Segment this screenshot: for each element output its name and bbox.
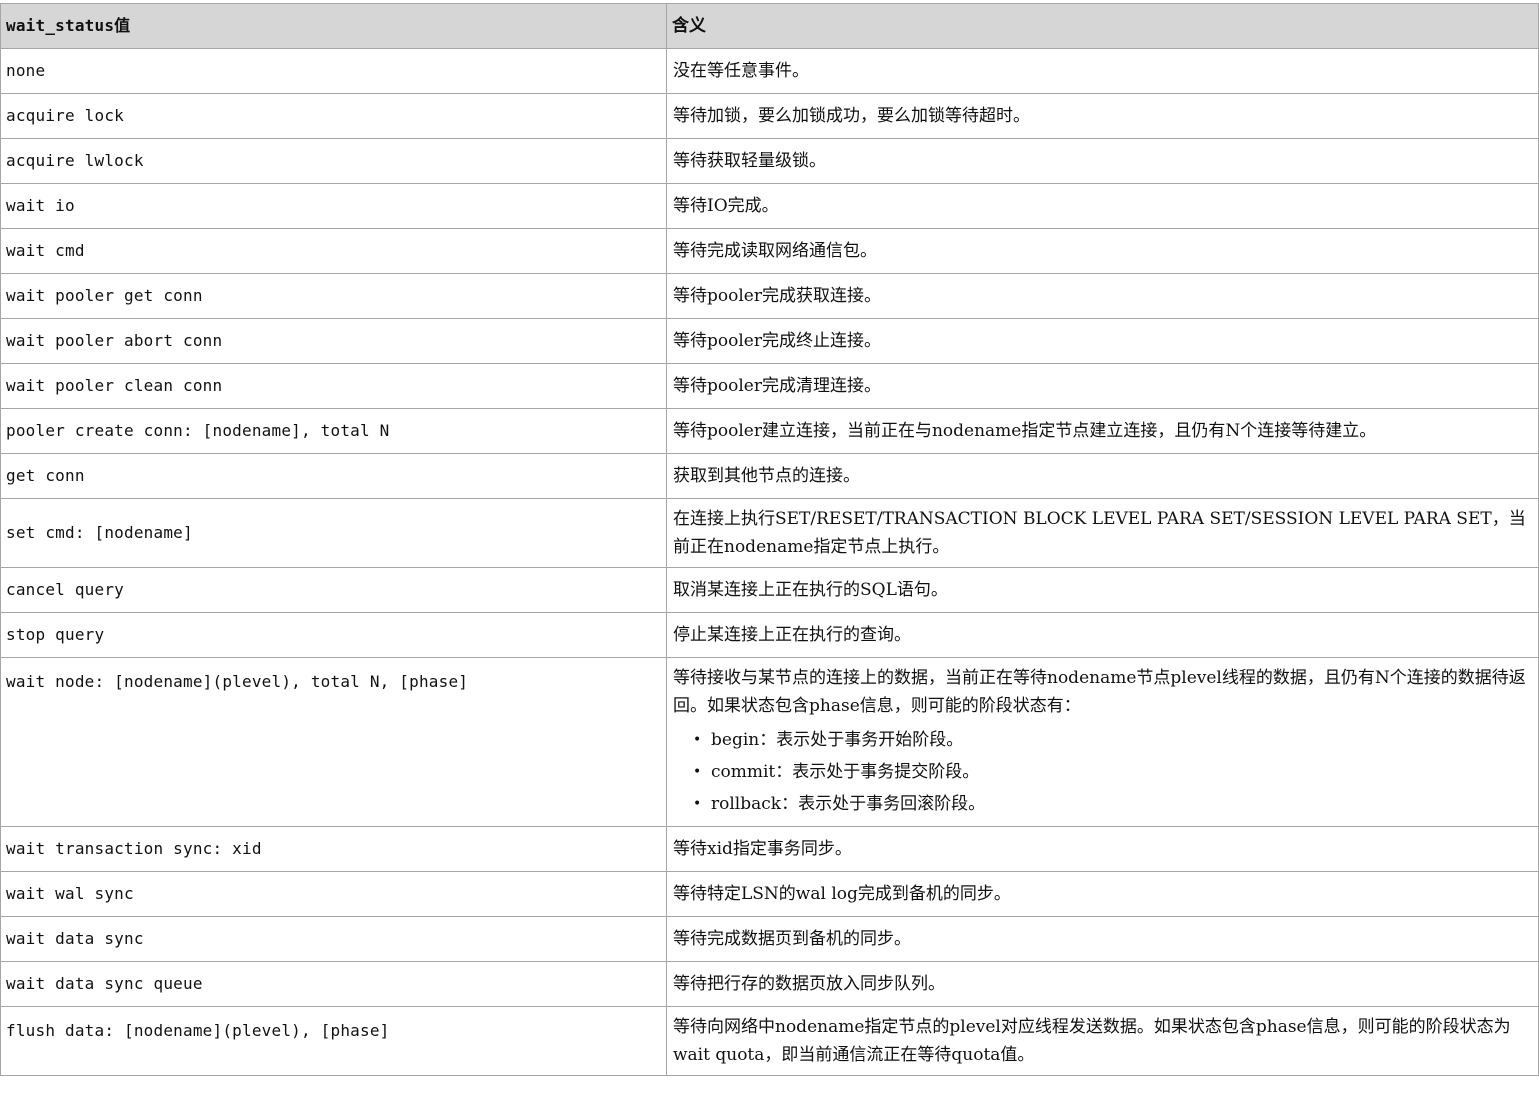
table-header: wait_status值 含义 (0, 3, 1539, 49)
status-cell: wait pooler abort conn (0, 318, 667, 364)
phase-list: • begin：表示处于事务开始阶段。 • commit：表示处于事务提交阶段。 •… (673, 724, 1526, 820)
status-cell: acquire lwlock (0, 138, 667, 184)
table-row: wait wal sync 等待特定LSN的wal log完成到备机的同步。 (0, 871, 1539, 917)
phase-text: rollback：表示处于事务回滚阶段。 (711, 794, 986, 814)
meaning-cell: 等待特定LSN的wal log完成到备机的同步。 (666, 871, 1539, 917)
table-row: set cmd: [nodename] 在连接上执行SET/RESET/TRAN… (0, 498, 1539, 568)
table-body: none 没在等任意事件。 acquire lock 等待加锁，要么加锁成功，要… (0, 48, 1539, 1076)
meaning-cell: 等待完成数据页到备机的同步。 (666, 916, 1539, 962)
status-cell: set cmd: [nodename] (0, 498, 667, 568)
meaning-cell: 在连接上执行SET/RESET/TRANSACTION BLOCK LEVEL … (666, 498, 1539, 568)
meaning-cell: 等待向网络中nodename指定节点的plevel对应线程发送数据。如果状态包含… (666, 1006, 1539, 1076)
table-row: none 没在等任意事件。 (0, 48, 1539, 94)
meaning-cell: 获取到其他节点的连接。 (666, 453, 1539, 499)
status-cell: wait io (0, 183, 667, 229)
table-row: acquire lock 等待加锁，要么加锁成功，要么加锁等待超时。 (0, 93, 1539, 139)
meaning-cell: 等待把行存的数据页放入同步队列。 (666, 961, 1539, 1007)
table-row: wait pooler abort conn 等待pooler完成终止连接。 (0, 318, 1539, 364)
status-cell: wait data sync queue (0, 961, 667, 1007)
meaning-cell: 等待pooler完成获取连接。 (666, 273, 1539, 319)
meaning-text: 等待接收与某节点的连接上的数据，当前正在等待nodename节点plevel线程… (673, 668, 1526, 716)
header-wait-status: wait_status值 (0, 3, 667, 49)
list-item: • rollback：表示处于事务回滚阶段。 (693, 788, 1526, 820)
status-cell: stop query (0, 612, 667, 658)
status-cell: flush data: [nodename](plevel), [phase] (0, 1006, 667, 1076)
wait-status-table: wait_status值 含义 none 没在等任意事件。 acquire lo… (0, 3, 1539, 1076)
list-item: • commit：表示处于事务提交阶段。 (693, 756, 1526, 788)
meaning-cell: 等待完成读取网络通信包。 (666, 228, 1539, 274)
status-cell: none (0, 48, 667, 94)
meaning-cell: 等待pooler完成终止连接。 (666, 318, 1539, 364)
meaning-cell: 停止某连接上正在执行的查询。 (666, 612, 1539, 658)
table-row: wait node: [nodename](plevel), total N, … (0, 657, 1539, 827)
phase-text: begin：表示处于事务开始阶段。 (711, 730, 964, 750)
header-meaning: 含义 (666, 3, 1539, 49)
meaning-cell: 等待xid指定事务同步。 (666, 826, 1539, 872)
list-item: • begin：表示处于事务开始阶段。 (693, 724, 1526, 756)
status-cell: wait pooler clean conn (0, 363, 667, 409)
status-cell: wait data sync (0, 916, 667, 962)
status-cell: get conn (0, 453, 667, 499)
status-cell: wait transaction sync: xid (0, 826, 667, 872)
meaning-cell: 等待获取轻量级锁。 (666, 138, 1539, 184)
bullet-icon: • (693, 732, 702, 748)
table-row: wait pooler get conn 等待pooler完成获取连接。 (0, 273, 1539, 319)
status-cell: wait cmd (0, 228, 667, 274)
table-row: wait data sync queue 等待把行存的数据页放入同步队列。 (0, 961, 1539, 1007)
table-row: cancel query 取消某连接上正在执行的SQL语句。 (0, 567, 1539, 613)
table-row: acquire lwlock 等待获取轻量级锁。 (0, 138, 1539, 184)
status-cell: acquire lock (0, 93, 667, 139)
table-row: get conn 获取到其他节点的连接。 (0, 453, 1539, 499)
meaning-cell: 等待接收与某节点的连接上的数据，当前正在等待nodename节点plevel线程… (666, 657, 1539, 827)
meaning-cell: 等待IO完成。 (666, 183, 1539, 229)
bullet-icon: • (693, 796, 702, 812)
meaning-cell: 取消某连接上正在执行的SQL语句。 (666, 567, 1539, 613)
table-row: flush data: [nodename](plevel), [phase] … (0, 1006, 1539, 1076)
table-row: wait transaction sync: xid 等待xid指定事务同步。 (0, 826, 1539, 872)
table-row: pooler create conn: [nodename], total N … (0, 408, 1539, 454)
status-cell: wait pooler get conn (0, 273, 667, 319)
phase-text: commit：表示处于事务提交阶段。 (711, 762, 980, 782)
status-cell: cancel query (0, 567, 667, 613)
status-cell: wait wal sync (0, 871, 667, 917)
meaning-cell: 等待加锁，要么加锁成功，要么加锁等待超时。 (666, 93, 1539, 139)
meaning-cell: 等待pooler建立连接，当前正在与nodename指定节点建立连接，且仍有N个… (666, 408, 1539, 454)
table-row: stop query 停止某连接上正在执行的查询。 (0, 612, 1539, 658)
status-cell: wait node: [nodename](plevel), total N, … (0, 657, 667, 827)
table-row: wait pooler clean conn 等待pooler完成清理连接。 (0, 363, 1539, 409)
meaning-cell: 等待pooler完成清理连接。 (666, 363, 1539, 409)
status-cell: pooler create conn: [nodename], total N (0, 408, 667, 454)
table-row: wait cmd 等待完成读取网络通信包。 (0, 228, 1539, 274)
table-row: wait data sync 等待完成数据页到备机的同步。 (0, 916, 1539, 962)
table-row: wait io 等待IO完成。 (0, 183, 1539, 229)
bullet-icon: • (693, 764, 702, 780)
meaning-cell: 没在等任意事件。 (666, 48, 1539, 94)
header-row: wait_status值 含义 (0, 3, 1539, 49)
